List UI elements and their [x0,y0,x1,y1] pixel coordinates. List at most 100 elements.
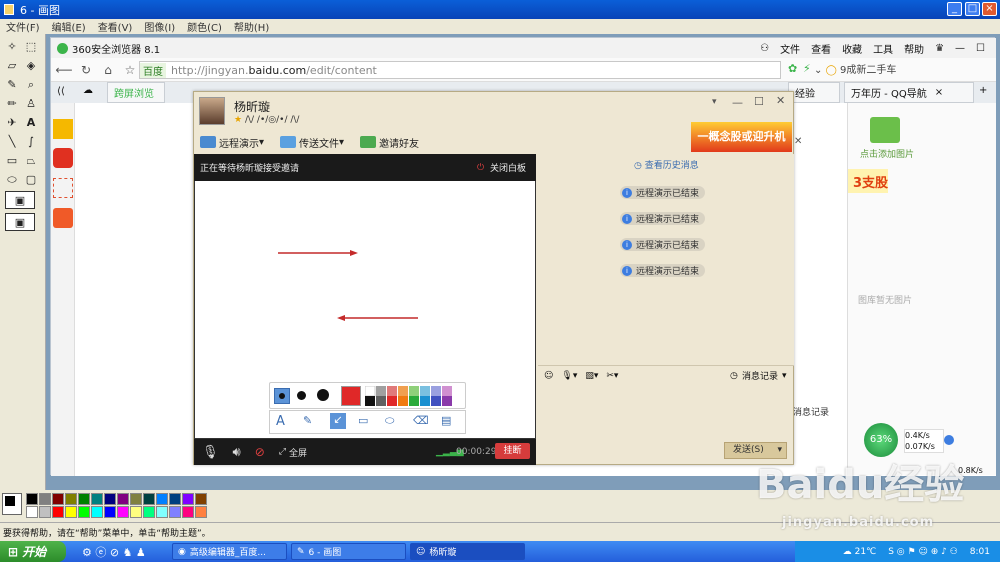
image-icon[interactable]: ▧▾ [585,371,598,381]
browser-menu-help[interactable]: 帮助 [904,41,924,56]
maximize-button[interactable]: □ [965,2,980,16]
right-search-box[interactable]: ⌄ ◯ 9成新二手车 [814,61,896,76]
fullscreen-icon[interactable]: ⤢ [279,447,286,457]
task-paint[interactable]: ✎ 6 - 画图 [291,543,406,560]
rect-tool-icon[interactable]: ▭ [358,414,368,427]
palette-swatch[interactable] [65,493,77,505]
palette-swatch[interactable] [182,506,194,518]
palette-swatch[interactable] [26,493,38,505]
invite-friend-button[interactable]: 邀请好友 [360,135,419,150]
menu-colors[interactable]: 颜色(C) [187,19,222,34]
msg-log-button[interactable]: 消息记录 [742,369,778,382]
eraser-icon[interactable]: ▱ [3,57,21,74]
palette-swatch[interactable] [143,493,155,505]
speaker-icon[interactable]: 🔊︎ [233,445,241,460]
menu-help[interactable]: 帮助(H) [234,19,269,34]
palette-swatch[interactable] [130,506,142,518]
qq-minimize-icon[interactable]: — [732,96,743,109]
pencil-icon[interactable]: ✏ [3,95,21,112]
browser-menu-favorites[interactable]: 收藏 [842,41,862,56]
shirt-icon[interactable]: ♛ [935,43,944,54]
palette-swatch[interactable] [78,493,90,505]
qq-close-icon[interactable]: ✕ [776,94,785,107]
add-image-icon[interactable] [870,117,900,143]
fullscreen-label[interactable]: 全屏 [289,446,307,459]
close-whiteboard-button[interactable]: 关闭白板 [490,161,526,174]
opaque-option-icon[interactable]: ▣ [5,213,35,231]
tray-icons[interactable]: S ◎ ⚑ ☺ ⊕ ♪ ⚇ [888,547,958,557]
current-color-swatch[interactable] [341,386,361,406]
text-tool-icon[interactable]: A [276,414,285,429]
current-colors[interactable] [2,493,22,515]
airbrush-icon[interactable]: ✈ [3,114,21,131]
search-engine-badge[interactable]: 百度 [140,62,166,78]
palette-swatch[interactable] [78,506,90,518]
qq-maximize-icon[interactable]: ☐ [754,95,764,108]
quick-launch-icons[interactable]: ⚙ ⓔ ⊘ ♞ ♟ [82,544,146,560]
free-select-icon[interactable]: ✧ [3,38,21,55]
line-icon[interactable]: ╲ [3,133,21,150]
palette-swatch[interactable] [52,506,64,518]
url-text[interactable]: http://jingyan.baidu.com/edit/content [171,64,377,77]
palette-swatch[interactable] [143,506,155,518]
palette-swatch[interactable] [156,506,168,518]
user-icon[interactable]: ⚇ [760,43,769,54]
weibo-icon[interactable] [53,148,73,168]
palette-swatch[interactable] [195,493,207,505]
hangup-button[interactable]: 挂断 [495,443,530,459]
minimize-button[interactable]: _ [947,2,962,16]
pen-tool-icon[interactable]: ✎ [303,414,312,427]
menu-image[interactable]: 图像(I) [144,19,175,34]
palette-swatch[interactable] [26,506,38,518]
ellipse-icon[interactable]: ⬭ [3,171,21,188]
emoji-icon[interactable]: ☺ [544,371,553,381]
palette-swatch[interactable] [104,493,116,505]
ad-close-icon[interactable]: ✕ [794,136,802,147]
lightning-icon[interactable]: ⚡ [803,62,811,75]
ellipse-tool-icon[interactable]: ⬭ [385,414,394,428]
microphone-icon[interactable]: 🎙︎ [202,445,219,460]
browser-msg-log[interactable]: 消息记录 [793,405,829,418]
weather-temp[interactable]: 21℃ [855,547,877,557]
rounded-rect-icon[interactable]: ▢ [22,171,40,188]
start-button[interactable]: ⊞ 开始 [0,541,66,562]
palette-swatch[interactable] [156,493,168,505]
curve-icon[interactable]: ∫ [22,133,40,150]
add-image-label[interactable]: 点击添加图片 [860,147,914,160]
plus-icon[interactable] [944,435,954,445]
home-icon[interactable]: ⌂ [99,61,117,79]
menu-view[interactable]: 查看(V) [98,19,133,34]
tab-cross-screen[interactable]: 跨屏浏览 [107,82,165,103]
transparent-option-icon[interactable]: ▣ [5,191,35,209]
pen-size-small[interactable] [274,388,290,404]
star-icon[interactable]: ☆ [121,61,139,79]
browser-minimize-icon[interactable]: — [955,43,965,54]
camera-off-icon[interactable]: ⊘ [255,445,265,459]
pen-size-large[interactable] [317,389,329,401]
mail-icon[interactable] [53,178,73,198]
close-button[interactable]: × [982,2,997,16]
discount-icon[interactable] [53,208,73,228]
eraser-tool-icon[interactable]: ⌫ [413,414,429,427]
browser-menu-file[interactable]: 文件 [780,41,800,56]
palette-swatch[interactable] [39,506,51,518]
menu-file[interactable]: 文件(F) [6,19,40,34]
voice-icon[interactable]: 🎙︎▾ [561,371,577,381]
palette-swatch[interactable] [117,506,129,518]
browser-menu-tools[interactable]: 工具 [873,41,893,56]
power-icon[interactable]: ⏻ [477,163,484,173]
remote-demo-button[interactable]: 远程演示 ▾ [200,135,264,150]
url-input[interactable]: 百度 http://jingyan.baidu.com/edit/content [139,61,781,79]
palette-swatch[interactable] [52,493,64,505]
browser-maximize-icon[interactable]: ☐ [976,43,985,54]
qq-menu-icon[interactable]: ▾ [712,97,717,107]
palette-swatch[interactable] [169,493,181,505]
color-picker-icon[interactable]: ✎ [3,76,21,93]
magnifier-icon[interactable]: ⌕ [22,76,40,93]
contact-name[interactable]: 杨昕璇 [234,98,270,115]
brush-icon[interactable]: ♙ [22,95,40,112]
palette-swatch[interactable] [182,493,194,505]
polygon-icon[interactable]: ⏢ [22,152,40,169]
rectangle-icon[interactable]: ▭ [3,152,21,169]
favorite-star-icon[interactable] [53,119,73,139]
